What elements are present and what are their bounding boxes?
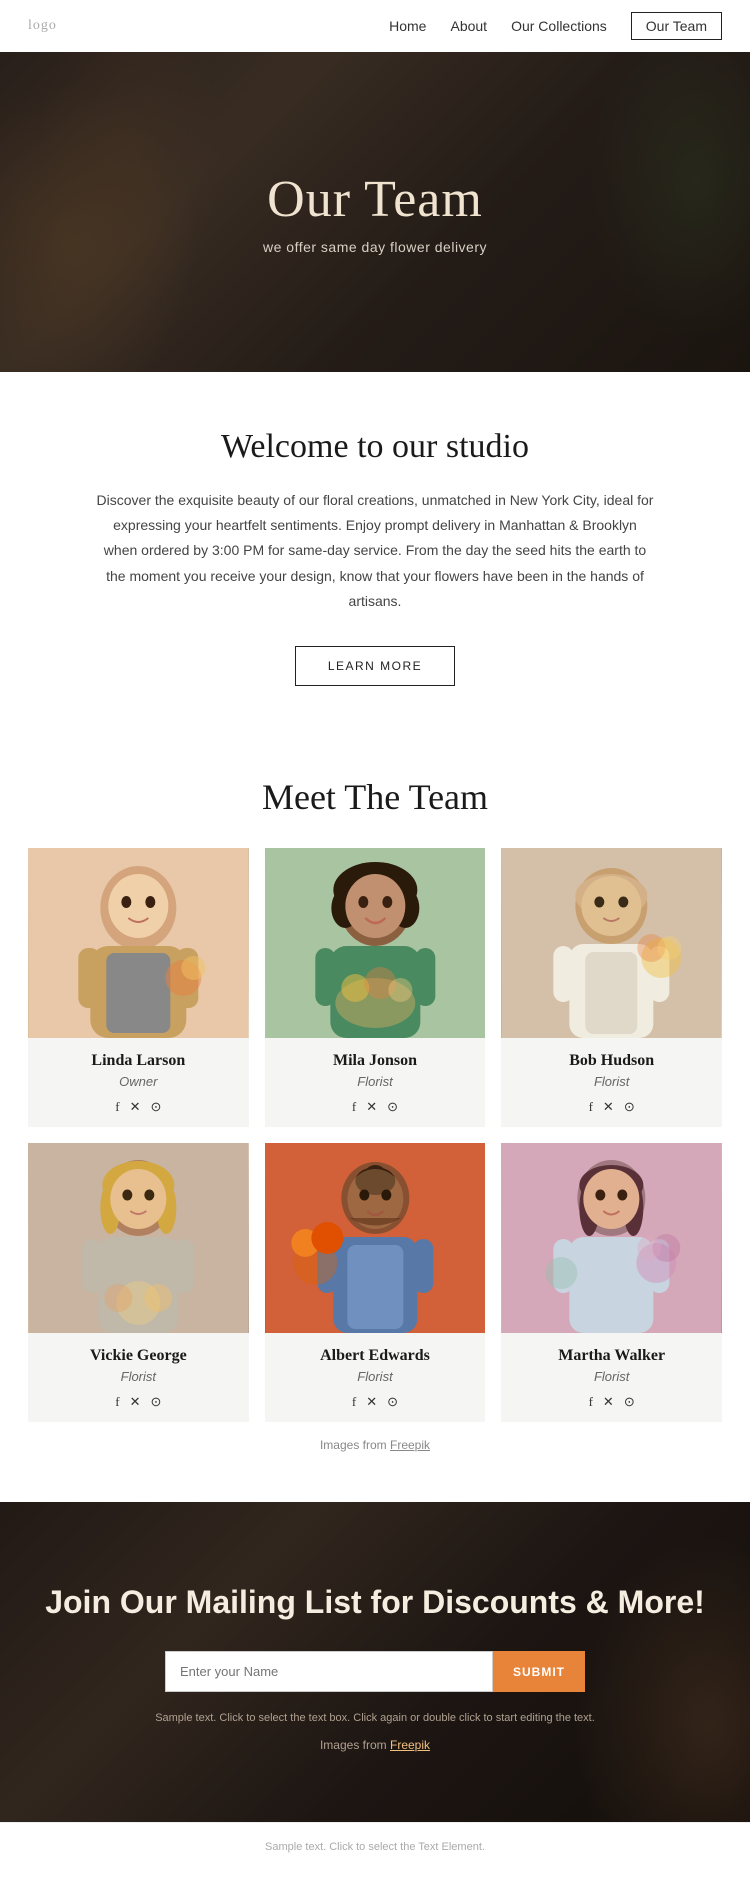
instagram-icon[interactable]: ⊙ bbox=[151, 1099, 162, 1115]
team-image-credit: Images from Freepik bbox=[28, 1438, 722, 1452]
member-role-bob: Florist bbox=[511, 1074, 712, 1089]
team-card-info-martha: Martha Walker Florist f ✕ ⊙ bbox=[501, 1333, 722, 1422]
member-name-mila: Mila Jonson bbox=[275, 1052, 476, 1070]
member-role-vickie: Florist bbox=[38, 1369, 239, 1384]
member-role-mila: Florist bbox=[275, 1074, 476, 1089]
member-name-martha: Martha Walker bbox=[511, 1347, 712, 1365]
studio-heading: Welcome to our studio bbox=[80, 428, 670, 466]
mailing-name-input[interactable] bbox=[165, 1651, 493, 1692]
team-photo-vickie bbox=[28, 1143, 249, 1333]
social-icons-linda: f ✕ ⊙ bbox=[38, 1099, 239, 1115]
team-card-info-albert: Albert Edwards Florist f ✕ ⊙ bbox=[265, 1333, 486, 1422]
team-card-vickie: Vickie George Florist f ✕ ⊙ bbox=[28, 1143, 249, 1422]
studio-body: Discover the exquisite beauty of our flo… bbox=[95, 488, 655, 614]
team-card-mila: Mila Jonson Florist f ✕ ⊙ bbox=[265, 848, 486, 1127]
nav-home[interactable]: Home bbox=[389, 18, 426, 34]
team-card-img-linda bbox=[28, 848, 249, 1038]
nav-links: Home About Our Collections Our Team bbox=[389, 12, 722, 40]
instagram-icon[interactable]: ⊙ bbox=[624, 1394, 635, 1410]
hero-title: Our Team bbox=[263, 170, 487, 229]
social-icons-martha: f ✕ ⊙ bbox=[511, 1394, 712, 1410]
studio-section: Welcome to our studio Discover the exqui… bbox=[0, 372, 750, 726]
mailing-heading: Join Our Mailing List for Discounts & Mo… bbox=[40, 1582, 710, 1624]
team-photo-martha bbox=[501, 1143, 722, 1333]
social-icons-bob: f ✕ ⊙ bbox=[511, 1099, 712, 1115]
team-card-info-bob: Bob Hudson Florist f ✕ ⊙ bbox=[501, 1038, 722, 1127]
hero-subtitle: we offer same day flower delivery bbox=[263, 239, 487, 255]
member-name-vickie: Vickie George bbox=[38, 1347, 239, 1365]
mailing-sample-text: Sample text. Click to select the text bo… bbox=[40, 1712, 710, 1724]
social-icons-vickie: f ✕ ⊙ bbox=[38, 1394, 239, 1410]
freepik-link[interactable]: Freepik bbox=[390, 1438, 430, 1452]
nav-our-team[interactable]: Our Team bbox=[631, 12, 722, 40]
twitter-icon[interactable]: ✕ bbox=[130, 1394, 141, 1410]
facebook-icon[interactable]: f bbox=[589, 1099, 593, 1115]
facebook-icon[interactable]: f bbox=[115, 1394, 119, 1410]
team-photo-albert bbox=[265, 1143, 486, 1333]
facebook-icon[interactable]: f bbox=[589, 1394, 593, 1410]
footer: Sample text. Click to select the Text El… bbox=[0, 1822, 750, 1871]
team-photo-bob bbox=[501, 848, 722, 1038]
team-card-img-mila bbox=[265, 848, 486, 1038]
team-card-info-mila: Mila Jonson Florist f ✕ ⊙ bbox=[265, 1038, 486, 1127]
mailing-freepik-link[interactable]: Freepik bbox=[390, 1738, 430, 1752]
instagram-icon[interactable]: ⊙ bbox=[151, 1394, 162, 1410]
social-icons-mila: f ✕ ⊙ bbox=[275, 1099, 476, 1115]
footer-sample-text: Sample text. Click to select the Text El… bbox=[18, 1841, 732, 1853]
member-role-linda: Owner bbox=[38, 1074, 239, 1089]
instagram-icon[interactable]: ⊙ bbox=[387, 1099, 398, 1115]
team-photo-mila bbox=[265, 848, 486, 1038]
team-card-img-martha bbox=[501, 1143, 722, 1333]
social-icons-albert: f ✕ ⊙ bbox=[275, 1394, 476, 1410]
team-card-info-vickie: Vickie George Florist f ✕ ⊙ bbox=[28, 1333, 249, 1422]
mailing-form: SUBMIT bbox=[165, 1651, 585, 1692]
member-name-albert: Albert Edwards bbox=[275, 1347, 476, 1365]
navbar: logo Home About Our Collections Our Team bbox=[0, 0, 750, 52]
team-photo-linda bbox=[28, 848, 249, 1038]
learn-more-button[interactable]: LEARN MORE bbox=[295, 646, 455, 686]
team-grid: Linda Larson Owner f ✕ ⊙ bbox=[28, 848, 722, 1422]
member-role-albert: Florist bbox=[275, 1369, 476, 1384]
team-card-img-albert bbox=[265, 1143, 486, 1333]
team-card-martha: Martha Walker Florist f ✕ ⊙ bbox=[501, 1143, 722, 1422]
hero-content: Our Team we offer same day flower delive… bbox=[263, 170, 487, 255]
twitter-icon[interactable]: ✕ bbox=[366, 1394, 377, 1410]
team-heading: Meet The Team bbox=[28, 776, 722, 818]
facebook-icon[interactable]: f bbox=[115, 1099, 119, 1115]
twitter-icon[interactable]: ✕ bbox=[603, 1394, 614, 1410]
team-section: Meet The Team bbox=[0, 726, 750, 1502]
facebook-icon[interactable]: f bbox=[352, 1099, 356, 1115]
hero-section: Our Team we offer same day flower delive… bbox=[0, 52, 750, 372]
team-card-linda: Linda Larson Owner f ✕ ⊙ bbox=[28, 848, 249, 1127]
team-card-info-linda: Linda Larson Owner f ✕ ⊙ bbox=[28, 1038, 249, 1127]
nav-about[interactable]: About bbox=[450, 18, 487, 34]
member-role-martha: Florist bbox=[511, 1369, 712, 1384]
mailing-content: Join Our Mailing List for Discounts & Mo… bbox=[40, 1582, 710, 1753]
nav-collections[interactable]: Our Collections bbox=[511, 18, 607, 34]
twitter-icon[interactable]: ✕ bbox=[603, 1099, 614, 1115]
member-name-linda: Linda Larson bbox=[38, 1052, 239, 1070]
instagram-icon[interactable]: ⊙ bbox=[387, 1394, 398, 1410]
instagram-icon[interactable]: ⊙ bbox=[624, 1099, 635, 1115]
twitter-icon[interactable]: ✕ bbox=[366, 1099, 377, 1115]
facebook-icon[interactable]: f bbox=[352, 1394, 356, 1410]
team-card-bob: Bob Hudson Florist f ✕ ⊙ bbox=[501, 848, 722, 1127]
mailing-submit-button[interactable]: SUBMIT bbox=[493, 1651, 585, 1692]
team-card-img-vickie bbox=[28, 1143, 249, 1333]
team-card-albert: Albert Edwards Florist f ✕ ⊙ bbox=[265, 1143, 486, 1422]
mailing-image-credit: Images from Freepik bbox=[40, 1738, 710, 1752]
twitter-icon[interactable]: ✕ bbox=[130, 1099, 141, 1115]
logo: logo bbox=[28, 18, 57, 34]
mailing-section: Join Our Mailing List for Discounts & Mo… bbox=[0, 1502, 750, 1822]
member-name-bob: Bob Hudson bbox=[511, 1052, 712, 1070]
team-card-img-bob bbox=[501, 848, 722, 1038]
